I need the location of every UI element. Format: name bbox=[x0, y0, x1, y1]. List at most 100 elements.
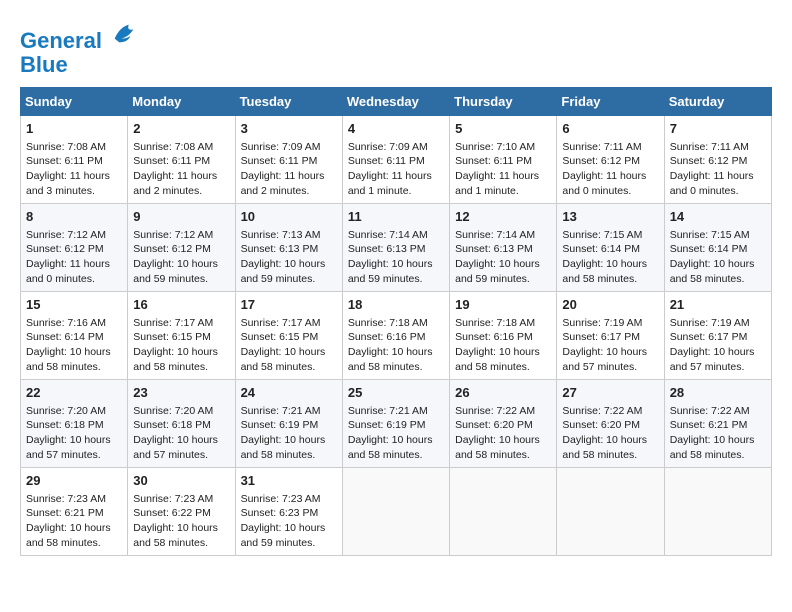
calendar-cell: 7Sunrise: 7:11 AMSunset: 6:12 PMDaylight… bbox=[664, 116, 771, 204]
day-info-line: Sunset: 6:16 PM bbox=[348, 331, 426, 343]
day-header-friday: Friday bbox=[557, 88, 664, 116]
calendar-cell: 20Sunrise: 7:19 AMSunset: 6:17 PMDayligh… bbox=[557, 292, 664, 380]
day-info-line: Sunrise: 7:15 AM bbox=[562, 229, 642, 241]
day-number: 12 bbox=[455, 208, 551, 226]
day-info-line: Daylight: 10 hours bbox=[455, 434, 540, 446]
day-info-line: and 0 minutes. bbox=[26, 273, 95, 285]
day-info-line: and 58 minutes. bbox=[348, 449, 423, 461]
day-info-line: Sunrise: 7:22 AM bbox=[670, 405, 750, 417]
day-info-line: and 59 minutes. bbox=[133, 273, 208, 285]
calendar-cell: 28Sunrise: 7:22 AMSunset: 6:21 PMDayligh… bbox=[664, 380, 771, 468]
day-info-line: Sunset: 6:12 PM bbox=[670, 155, 748, 167]
calendar-cell: 8Sunrise: 7:12 AMSunset: 6:12 PMDaylight… bbox=[21, 204, 128, 292]
calendar-cell: 2Sunrise: 7:08 AMSunset: 6:11 PMDaylight… bbox=[128, 116, 235, 204]
day-number: 4 bbox=[348, 120, 444, 138]
calendar-week-4: 22Sunrise: 7:20 AMSunset: 6:18 PMDayligh… bbox=[21, 380, 772, 468]
day-info-line: Sunrise: 7:12 AM bbox=[26, 229, 106, 241]
calendar-cell: 17Sunrise: 7:17 AMSunset: 6:15 PMDayligh… bbox=[235, 292, 342, 380]
day-info-line: Sunrise: 7:20 AM bbox=[133, 405, 213, 417]
day-number: 1 bbox=[26, 120, 122, 138]
calendar-body: 1Sunrise: 7:08 AMSunset: 6:11 PMDaylight… bbox=[21, 116, 772, 556]
calendar-cell: 6Sunrise: 7:11 AMSunset: 6:12 PMDaylight… bbox=[557, 116, 664, 204]
day-number: 19 bbox=[455, 296, 551, 314]
day-number: 29 bbox=[26, 472, 122, 490]
calendar-cell: 10Sunrise: 7:13 AMSunset: 6:13 PMDayligh… bbox=[235, 204, 342, 292]
day-info-line: Sunrise: 7:19 AM bbox=[562, 317, 642, 329]
day-number: 23 bbox=[133, 384, 229, 402]
day-info-line: and 58 minutes. bbox=[133, 537, 208, 549]
day-header-tuesday: Tuesday bbox=[235, 88, 342, 116]
day-info-line: Daylight: 10 hours bbox=[455, 258, 540, 270]
calendar-cell: 14Sunrise: 7:15 AMSunset: 6:14 PMDayligh… bbox=[664, 204, 771, 292]
day-info-line: Daylight: 10 hours bbox=[241, 522, 326, 534]
calendar-week-1: 1Sunrise: 7:08 AMSunset: 6:11 PMDaylight… bbox=[21, 116, 772, 204]
day-info-line: and 58 minutes. bbox=[455, 361, 530, 373]
day-number: 25 bbox=[348, 384, 444, 402]
day-info-line: Sunrise: 7:20 AM bbox=[26, 405, 106, 417]
logo-text: General Blue bbox=[20, 20, 138, 77]
calendar-cell: 9Sunrise: 7:12 AMSunset: 6:12 PMDaylight… bbox=[128, 204, 235, 292]
page-header: General Blue bbox=[20, 20, 772, 77]
day-info-line: Daylight: 10 hours bbox=[133, 346, 218, 358]
day-number: 11 bbox=[348, 208, 444, 226]
calendar-cell bbox=[664, 468, 771, 556]
day-info-line: Sunrise: 7:21 AM bbox=[348, 405, 428, 417]
day-info-line: Sunrise: 7:23 AM bbox=[26, 493, 106, 505]
day-info-line: Daylight: 11 hours bbox=[562, 170, 646, 182]
day-info-line: Sunrise: 7:19 AM bbox=[670, 317, 750, 329]
day-info-line: Sunset: 6:21 PM bbox=[670, 419, 748, 431]
day-info-line: and 58 minutes. bbox=[26, 537, 101, 549]
day-info-line: Sunrise: 7:13 AM bbox=[241, 229, 321, 241]
day-info-line: Daylight: 10 hours bbox=[133, 522, 218, 534]
day-info-line: Daylight: 10 hours bbox=[241, 434, 326, 446]
day-number: 13 bbox=[562, 208, 658, 226]
day-number: 26 bbox=[455, 384, 551, 402]
calendar-cell: 30Sunrise: 7:23 AMSunset: 6:22 PMDayligh… bbox=[128, 468, 235, 556]
day-info-line: Daylight: 10 hours bbox=[241, 258, 326, 270]
day-info-line: Daylight: 11 hours bbox=[241, 170, 325, 182]
day-header-saturday: Saturday bbox=[664, 88, 771, 116]
calendar-cell: 18Sunrise: 7:18 AMSunset: 6:16 PMDayligh… bbox=[342, 292, 449, 380]
day-header-thursday: Thursday bbox=[450, 88, 557, 116]
day-info-line: Sunset: 6:20 PM bbox=[562, 419, 640, 431]
day-info-line: Daylight: 10 hours bbox=[241, 346, 326, 358]
day-info-line: Sunrise: 7:23 AM bbox=[241, 493, 321, 505]
day-info-line: Sunrise: 7:12 AM bbox=[133, 229, 213, 241]
day-number: 8 bbox=[26, 208, 122, 226]
day-info-line: Sunset: 6:14 PM bbox=[670, 243, 748, 255]
day-info-line: Sunrise: 7:10 AM bbox=[455, 141, 535, 153]
day-info-line: Sunrise: 7:09 AM bbox=[241, 141, 321, 153]
day-info-line: Sunset: 6:14 PM bbox=[26, 331, 104, 343]
calendar-header-row: SundayMondayTuesdayWednesdayThursdayFrid… bbox=[21, 88, 772, 116]
calendar-cell: 27Sunrise: 7:22 AMSunset: 6:20 PMDayligh… bbox=[557, 380, 664, 468]
calendar-cell: 11Sunrise: 7:14 AMSunset: 6:13 PMDayligh… bbox=[342, 204, 449, 292]
day-info-line: Sunset: 6:11 PM bbox=[348, 155, 425, 167]
logo: General Blue bbox=[20, 20, 138, 77]
day-info-line: Sunset: 6:15 PM bbox=[133, 331, 211, 343]
calendar-cell: 15Sunrise: 7:16 AMSunset: 6:14 PMDayligh… bbox=[21, 292, 128, 380]
day-info-line: Daylight: 10 hours bbox=[670, 258, 755, 270]
day-info-line: and 57 minutes. bbox=[670, 361, 745, 373]
calendar-cell bbox=[557, 468, 664, 556]
day-info-line: Daylight: 10 hours bbox=[26, 346, 111, 358]
day-info-line: Sunrise: 7:11 AM bbox=[670, 141, 749, 153]
day-number: 21 bbox=[670, 296, 766, 314]
day-info-line: and 59 minutes. bbox=[348, 273, 423, 285]
day-info-line: Daylight: 11 hours bbox=[133, 170, 217, 182]
day-info-line: Sunrise: 7:14 AM bbox=[348, 229, 428, 241]
day-info-line: and 0 minutes. bbox=[562, 185, 631, 197]
calendar-cell: 16Sunrise: 7:17 AMSunset: 6:15 PMDayligh… bbox=[128, 292, 235, 380]
day-info-line: Sunset: 6:22 PM bbox=[133, 507, 211, 519]
calendar-cell: 26Sunrise: 7:22 AMSunset: 6:20 PMDayligh… bbox=[450, 380, 557, 468]
calendar-table: SundayMondayTuesdayWednesdayThursdayFrid… bbox=[20, 87, 772, 556]
day-info-line: Daylight: 10 hours bbox=[562, 258, 647, 270]
day-info-line: and 1 minute. bbox=[348, 185, 412, 197]
day-info-line: and 58 minutes. bbox=[455, 449, 530, 461]
day-info-line: and 58 minutes. bbox=[241, 361, 316, 373]
day-info-line: Sunset: 6:19 PM bbox=[348, 419, 426, 431]
day-info-line: Sunset: 6:23 PM bbox=[241, 507, 319, 519]
day-info-line: Daylight: 11 hours bbox=[26, 170, 110, 182]
day-info-line: and 1 minute. bbox=[455, 185, 519, 197]
calendar-cell: 3Sunrise: 7:09 AMSunset: 6:11 PMDaylight… bbox=[235, 116, 342, 204]
day-info-line: and 58 minutes. bbox=[562, 273, 637, 285]
